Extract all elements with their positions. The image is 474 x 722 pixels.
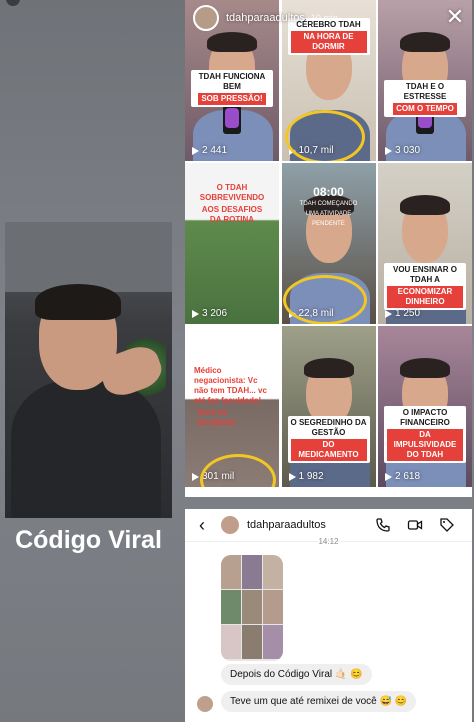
view-count-text: 3 206 [202, 308, 228, 319]
story-title: Código Viral [15, 526, 162, 554]
caption-line: O SEGREDINHO DA GESTÃO [290, 418, 367, 437]
video-call-icon[interactable] [407, 517, 423, 533]
avatar[interactable] [221, 516, 239, 534]
view-count: 2 441 [192, 145, 227, 156]
play-icon [385, 309, 392, 318]
caption-line: Médico negacionista: Vc não tem TDAH... … [194, 366, 267, 405]
caption-highlight: AOS DESAFIOS DA ROTINA [201, 205, 263, 224]
caption-line: VOU ENSINAR O TDAH A [392, 265, 457, 284]
person-hair [303, 358, 354, 378]
creator-video[interactable] [5, 222, 172, 518]
person-hair [400, 358, 450, 378]
view-count: 1 250 [385, 308, 420, 319]
view-count: 3 206 [192, 308, 227, 319]
video-wall [5, 222, 172, 292]
shared-post-thumbnail[interactable] [221, 555, 283, 661]
view-count-text: 3 030 [395, 145, 421, 156]
play-icon [192, 146, 199, 155]
grid-header: tdahparaadultos 10 min [185, 0, 472, 36]
post-caption: TDAH E O ESTRESSE COM O TEMPO [384, 80, 466, 117]
post-caption: TDAH FUNCIONA BEM SOB PRESSÃO! [191, 70, 273, 107]
play-icon [288, 472, 296, 481]
grid-post-8[interactable]: O SEGREDINHO DA GESTÃO DO MEDICAMENTO 1 98… [281, 326, 376, 487]
tag-icon[interactable] [439, 517, 455, 533]
view-count: 3 030 [385, 145, 420, 156]
grid-post-5[interactable]: 08:00 TDAH COMEÇANDO UMA ATIVIDADE PENDEN… [281, 163, 376, 324]
back-arrow-icon[interactable]: ‹ [199, 515, 209, 536]
play-icon [192, 472, 199, 481]
caption-highlight: TDAH COMEÇANDO UMA ATIVIDADE PENDENTE [299, 201, 358, 227]
post-caption: O IMPACTO FINANCEIRO DA IMPULSIVIDADE DO … [384, 406, 466, 463]
post-caption: O TDAH SOBREVIVENDO AOS DESAFIOS DA ROTIN… [191, 181, 273, 228]
video-person-hair [35, 284, 121, 320]
video-person-body [11, 380, 161, 518]
caption-line: O IMPACTO FINANCEIRO [400, 408, 450, 427]
caption-highlight: DO MEDICAMENTO [290, 439, 367, 461]
person-hair [400, 195, 450, 215]
avatar [197, 696, 213, 712]
caption-highlight: COM O TEMPO [393, 103, 457, 115]
post-caption: 08:00 TDAH COMEÇANDO UMA ATIVIDADE PENDEN… [288, 185, 370, 232]
phone-icon[interactable] [375, 517, 391, 533]
avatar[interactable] [193, 5, 219, 31]
grid-post-9[interactable]: O IMPACTO FINANCEIRO DA IMPULSIVIDADE DO … [378, 326, 472, 487]
caption-line: TDAH E O ESTRESSE [403, 82, 447, 101]
caption-line: TDAH FUNCIONA BEM [198, 72, 266, 91]
post-caption: O SEGREDINHO DA GESTÃO DO MEDICAMENTO [287, 416, 370, 463]
play-icon [385, 472, 392, 481]
profile-grid-screenshot: TDAH FUNCIONA BEM SOB PRESSÃO! 2 441 CÉREBR… [185, 0, 472, 497]
direct-message-screenshot: ‹ tdahparaadultos 14:12 Depois do Código… [185, 509, 472, 722]
view-count: 2 618 [385, 471, 420, 482]
grid-username[interactable]: tdahparaadultos [226, 12, 305, 24]
grid-post-6[interactable]: VOU ENSINAR O TDAH A ECONOMIZAR DINHEIRO 1… [378, 163, 472, 324]
view-count-text: 2 618 [395, 471, 421, 482]
view-count-text: 1 982 [298, 471, 324, 482]
view-count-text: 1 250 [395, 308, 421, 319]
caption-highlight: Você na faculdade: [197, 408, 238, 427]
post-caption: Médico negacionista: Vc não tem TDAH... … [191, 364, 273, 431]
highlight-circle [285, 110, 365, 161]
caption-highlight: ECONOMIZAR DINHEIRO [387, 286, 463, 308]
view-count-text: 2 441 [202, 145, 228, 156]
message-bubble: Depois do Código Viral 🤙🏻 😊 [221, 664, 372, 685]
dm-username[interactable]: tdahparaadultos [247, 519, 326, 531]
play-icon [192, 309, 199, 318]
view-count: 1 982 [288, 471, 324, 482]
caption-line: 08:00 [313, 185, 344, 199]
message-bubble: Teve um que até remixei de você 😅 😊 [221, 691, 417, 712]
message-timestamp: 14:12 [318, 537, 339, 546]
post-caption: VOU ENSINAR O TDAH A ECONOMIZAR DINHEIRO [384, 263, 466, 310]
grid-post-7[interactable]: Médico negacionista: Vc não tem TDAH... … [185, 326, 279, 487]
caption-highlight: SOB PRESSÃO! [198, 93, 266, 105]
play-icon [385, 146, 392, 155]
caption-highlight: DA IMPULSIVIDADE DO TDAH [387, 429, 463, 461]
highlight-circle [283, 275, 367, 324]
grid-time: 10 min [310, 13, 338, 23]
grid-post-4[interactable]: O TDAH SOBREVIVENDO AOS DESAFIOS DA ROTIN… [185, 163, 279, 324]
caption-line: O TDAH SOBREVIVENDO [199, 183, 265, 202]
